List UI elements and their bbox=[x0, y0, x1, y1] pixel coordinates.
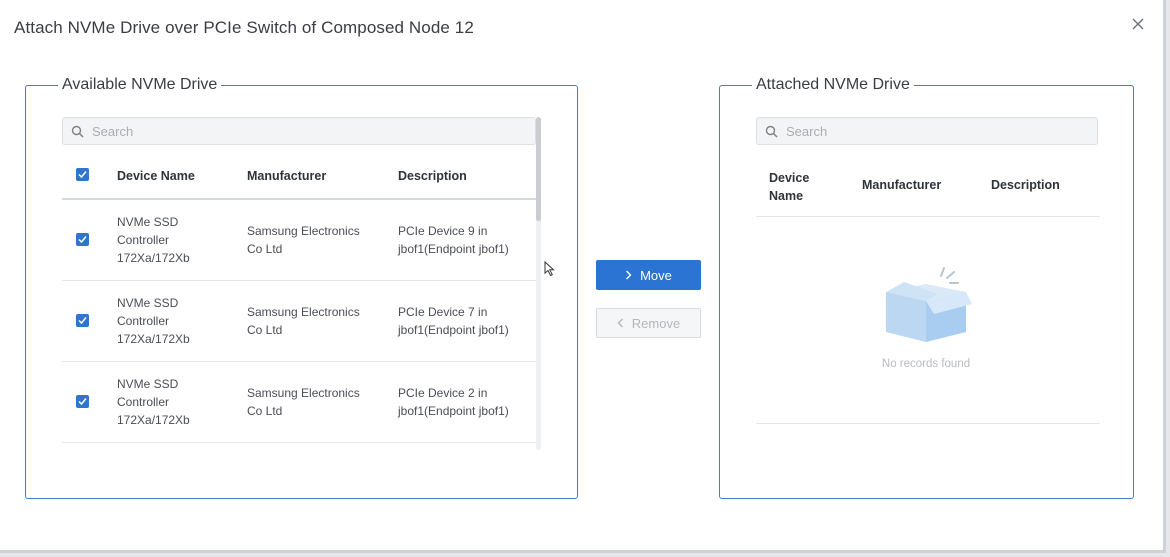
attached-search-box[interactable] bbox=[756, 117, 1098, 145]
device-name-line: Controller bbox=[117, 314, 170, 328]
description-line: PCIe Device 9 in bbox=[398, 224, 488, 238]
device-name-line: NVMe SSD bbox=[117, 377, 179, 391]
search-icon bbox=[765, 125, 778, 138]
device-name-line: 172Xa/172Xb bbox=[117, 332, 190, 346]
chevron-left-icon bbox=[617, 318, 623, 328]
dialog-title: Attach NVMe Drive over PCIe Switch of Co… bbox=[14, 18, 474, 37]
description-line: jbof1(Endpoint jbof1) bbox=[398, 323, 509, 337]
chevron-right-icon bbox=[626, 270, 632, 280]
description-line: jbof1(Endpoint jbof1) bbox=[398, 404, 509, 418]
attached-table-bottom-divider bbox=[756, 423, 1100, 424]
header-line: Device bbox=[769, 171, 810, 185]
available-panel-legend: Available NVMe Drive bbox=[62, 76, 218, 93]
close-button[interactable] bbox=[1128, 14, 1148, 34]
empty-state-text: No records found bbox=[881, 358, 971, 370]
column-header-manufacturer[interactable]: Manufacturer bbox=[247, 169, 326, 183]
device-name-line: 172Xa/172Xb bbox=[117, 251, 190, 265]
available-search-input[interactable] bbox=[90, 122, 512, 140]
attached-column-header-description[interactable]: Description bbox=[991, 178, 1060, 192]
manufacturer-line: Co Ltd bbox=[247, 242, 283, 256]
manufacturer-line: Co Ltd bbox=[247, 404, 283, 418]
row-divider bbox=[62, 280, 536, 281]
attached-panel-legend: Attached NVMe Drive bbox=[756, 76, 910, 93]
description-line: jbof1(Endpoint jbof1) bbox=[398, 242, 509, 256]
available-search-box[interactable] bbox=[62, 117, 536, 145]
checkmark-icon bbox=[78, 171, 87, 179]
header-line: Name bbox=[769, 189, 804, 203]
move-button-label: Move bbox=[640, 267, 672, 283]
checkmark-icon bbox=[78, 236, 87, 244]
remove-button-label: Remove bbox=[631, 315, 681, 331]
mouse-cursor-icon bbox=[544, 261, 555, 277]
checkmark-icon bbox=[78, 317, 87, 325]
row-checkbox[interactable] bbox=[76, 314, 89, 327]
empty-box-icon bbox=[886, 267, 972, 342]
scrollbar-thumb[interactable] bbox=[536, 117, 541, 221]
manufacturer-line: Samsung Electronics bbox=[247, 305, 360, 319]
select-all-checkbox[interactable] bbox=[76, 168, 89, 181]
manufacturer-line: Samsung Electronics bbox=[247, 386, 360, 400]
attached-search-input[interactable] bbox=[784, 122, 1087, 140]
column-header-description[interactable]: Description bbox=[398, 169, 467, 183]
manufacturer-line: Samsung Electronics bbox=[247, 224, 360, 238]
search-icon bbox=[71, 125, 84, 138]
device-name-line: Controller bbox=[117, 233, 170, 247]
row-checkbox[interactable] bbox=[76, 233, 89, 246]
table-header-divider bbox=[62, 198, 536, 200]
row-divider bbox=[62, 442, 536, 443]
move-button[interactable]: Move bbox=[596, 260, 701, 290]
device-name-line: 172Xa/172Xb bbox=[117, 413, 190, 427]
table-scrollbar[interactable] bbox=[536, 117, 541, 450]
column-header-device-name[interactable]: Device Name bbox=[117, 169, 195, 183]
attached-column-header-device-name[interactable]: Device Name bbox=[769, 169, 809, 205]
description-line: PCIe Device 2 in bbox=[398, 386, 488, 400]
device-name-line: NVMe SSD bbox=[117, 215, 179, 229]
row-checkbox[interactable] bbox=[76, 395, 89, 408]
attach-nvme-dialog: Attach NVMe Drive over PCIe Switch of Co… bbox=[0, 0, 1166, 553]
remove-button[interactable]: Remove bbox=[596, 308, 701, 338]
attached-column-header-manufacturer[interactable]: Manufacturer bbox=[862, 178, 941, 192]
row-divider bbox=[62, 361, 536, 362]
description-line: PCIe Device 7 in bbox=[398, 305, 488, 319]
device-name-line: NVMe SSD bbox=[117, 296, 179, 310]
checkmark-icon bbox=[78, 398, 87, 406]
device-name-line: Controller bbox=[117, 395, 170, 409]
attached-header-divider bbox=[756, 216, 1100, 217]
close-icon[interactable] bbox=[1132, 18, 1144, 30]
manufacturer-line: Co Ltd bbox=[247, 323, 283, 337]
